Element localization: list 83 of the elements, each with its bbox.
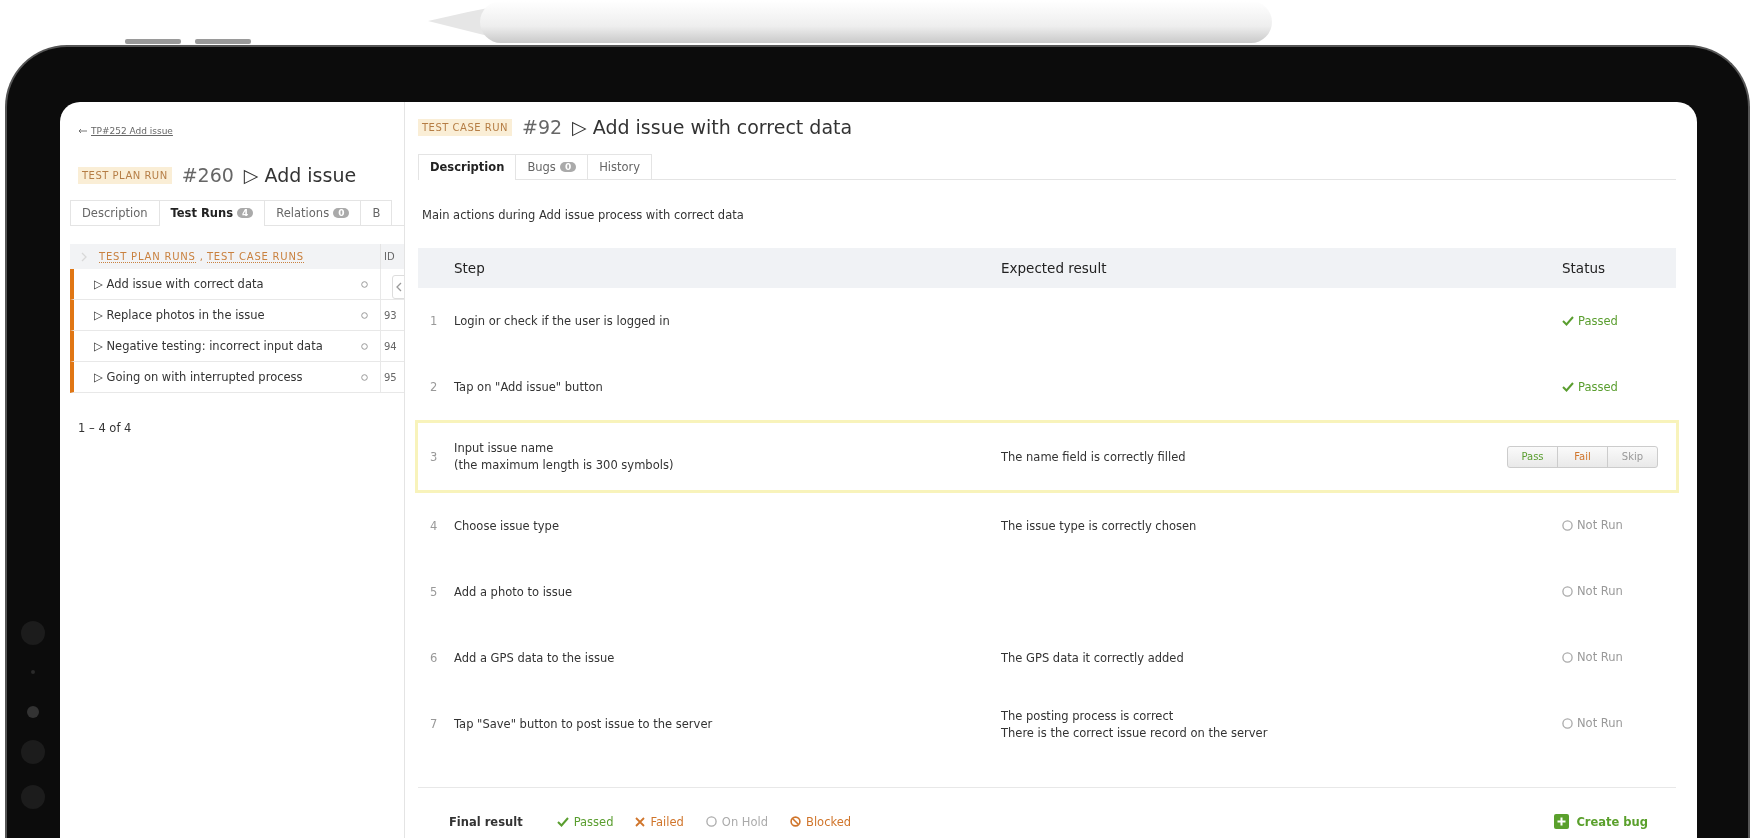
- expected-result-text: The name field is correctly filled: [1001, 449, 1187, 464]
- test-run-name: ▷ Add issue with correct data: [93, 277, 265, 291]
- status-label: Passed: [1562, 379, 1618, 394]
- table-cell: 93: [384, 309, 397, 321]
- tab[interactable]: B: [360, 200, 393, 225]
- status-circle-icon: [361, 342, 368, 350]
- column-header: Expected result: [1001, 260, 1108, 276]
- status-button[interactable]: Pass: [1507, 445, 1558, 468]
- step-number: 2: [429, 380, 439, 394]
- step-number: 1: [429, 314, 439, 328]
- create-bug-button[interactable]: Create bug: [1554, 814, 1648, 829]
- column-header: Status: [1561, 260, 1607, 276]
- status-button[interactable]: Fail: [1557, 445, 1608, 468]
- status-label: Not Run: [1562, 716, 1623, 731]
- step-number: 4: [429, 519, 439, 533]
- run-title: ▷ Add issue: [243, 164, 357, 186]
- step-text: Tap on "Add issue" button: [454, 380, 604, 394]
- step-number: 3: [429, 449, 439, 464]
- table-cell: 95: [384, 371, 397, 383]
- column-header: ID: [384, 251, 395, 262]
- test-run-row[interactable]: ▷ Replace photos in the issue 93: [70, 300, 404, 331]
- step-text: Login or check if the user is logged in: [454, 314, 671, 328]
- status-label: Not Run: [1562, 650, 1623, 665]
- run-type-badge: TEST PLAN RUN: [78, 166, 172, 184]
- final-result-label: Final result: [449, 814, 523, 829]
- status-circle-icon: [361, 373, 368, 381]
- result-option[interactable]: Blocked: [790, 814, 852, 829]
- count-badge: 4: [237, 208, 254, 218]
- count-badge: 0: [333, 208, 350, 218]
- circle-icon: [1562, 717, 1573, 729]
- expected-result-text: The posting process is correct: [1001, 708, 1175, 723]
- run-type-badge: TEST CASE RUN: [418, 118, 512, 136]
- circle-icon: [1562, 585, 1573, 597]
- run-number: #260: [181, 164, 234, 186]
- tab[interactable]: Description: [418, 154, 517, 180]
- step-text: Add a photo to issue: [454, 585, 574, 599]
- test-run-row[interactable]: ▷ Negative testing: incorrect input data 94: [70, 331, 404, 362]
- step-text: Input issue name: [454, 441, 555, 455]
- table-cell: 94: [384, 340, 397, 352]
- chevron-right-icon: [81, 251, 87, 262]
- separator: ,: [199, 251, 203, 262]
- step-number: 7: [429, 717, 439, 731]
- column-header: Step: [454, 260, 486, 276]
- run-number: #92: [522, 116, 563, 138]
- circle-icon: [1562, 519, 1573, 531]
- result-option[interactable]: Passed: [556, 814, 614, 829]
- step-number: 6: [429, 651, 439, 665]
- test-run-row[interactable]: ▷ Going on with interrupted process 95: [70, 362, 404, 393]
- collapse-handle[interactable]: [392, 275, 404, 299]
- blocked-icon: [790, 816, 802, 827]
- check-icon: [1562, 381, 1574, 392]
- step-number: 5: [429, 585, 439, 599]
- status-circle-icon: [361, 311, 368, 319]
- tab[interactable]: Description: [70, 200, 160, 225]
- test-run-name: ▷ Going on with interrupted process: [93, 370, 304, 384]
- tab[interactable]: Test Runs 4: [158, 200, 266, 226]
- plus-icon: [1554, 814, 1570, 829]
- step-text: Tap "Save" button to post issue to the server: [454, 717, 714, 731]
- cross-icon: [635, 816, 646, 827]
- run-title: ▷ Add issue with correct data: [572, 116, 853, 138]
- back-link[interactable]: TP#252 Add issue: [91, 126, 173, 136]
- description-text: Main actions during Add issue process with correct data: [422, 208, 745, 222]
- status-label: Not Run: [1562, 518, 1623, 533]
- step-text: Add a GPS data to the issue: [454, 651, 616, 665]
- expected-result-text: The issue type is correctly chosen: [1001, 519, 1198, 533]
- expected-result-text: The GPS data it correctly added: [1001, 651, 1185, 665]
- check-icon: [556, 816, 569, 827]
- circle-icon: [1562, 651, 1573, 663]
- status-label: Not Run: [1562, 584, 1623, 599]
- expected-result-text: There is the correct issue record on the server: [1001, 725, 1269, 740]
- circle-icon: [705, 816, 717, 827]
- test-run-name: ▷ Negative testing: incorrect input data: [93, 339, 324, 353]
- test-run-name: ▷ Replace photos in the issue: [93, 308, 266, 322]
- back-arrow-icon: [78, 128, 87, 134]
- step-text: Choose issue type: [454, 519, 560, 533]
- tab[interactable]: History: [587, 154, 653, 179]
- count-badge: 0: [559, 162, 577, 172]
- check-icon: [1562, 315, 1574, 326]
- status-label: Passed: [1562, 313, 1618, 328]
- pagination-text: 1 – 4 of 4: [78, 421, 133, 435]
- step-text: (the maximum length is 300 symbols): [454, 458, 675, 472]
- result-option[interactable]: Failed: [635, 814, 684, 829]
- status-circle-icon: [361, 280, 368, 288]
